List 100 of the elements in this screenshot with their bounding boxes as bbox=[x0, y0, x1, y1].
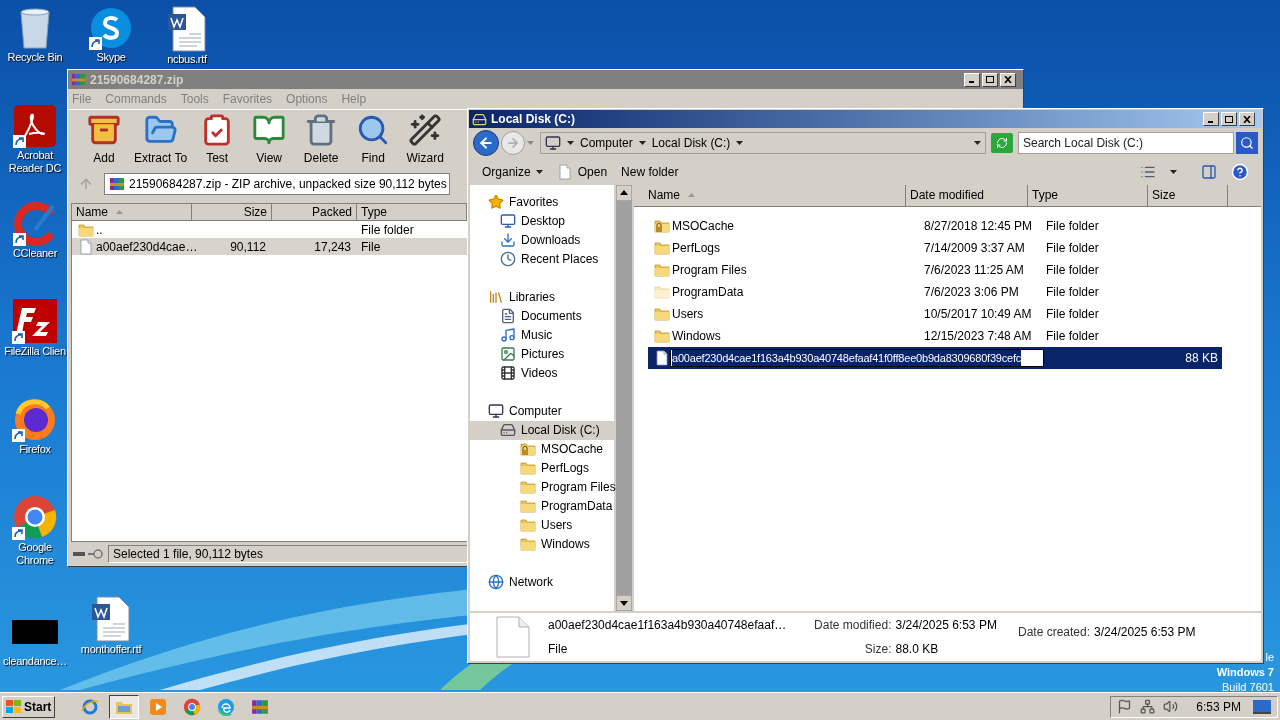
os-watermark-text: Build 7601 bbox=[1222, 680, 1274, 695]
nav-item[interactable]: Documents bbox=[470, 306, 614, 326]
file-row[interactable]: Program Files 7/6/2023 11:25 AM File folder bbox=[648, 258, 1222, 281]
ccleaner-icon bbox=[13, 202, 57, 246]
network-icon bbox=[488, 574, 504, 591]
file-name: a00aef230d4cae… bbox=[96, 238, 198, 256]
file-row[interactable]: Users 10/5/2017 10:49 AM File folder bbox=[648, 302, 1222, 325]
nav-item[interactable]: Desktop bbox=[470, 211, 614, 231]
desktop-icon-label[interactable]: CCleaner bbox=[12, 247, 58, 260]
column-header[interactable]: Type bbox=[357, 204, 467, 221]
chrome-icon bbox=[183, 697, 202, 716]
skype-icon bbox=[89, 6, 133, 50]
breadcrumb-item[interactable]: Computer bbox=[580, 134, 633, 153]
file-row[interactable]: a00aef230d4cae1f163a4b930a40748efaaf41f0ff8ee0b9da8309680f39cefc 88 KB bbox=[648, 346, 1222, 369]
back-button[interactable] bbox=[473, 130, 499, 157]
flag-icon[interactable] bbox=[1117, 699, 1133, 714]
file-name: Windows bbox=[671, 327, 722, 345]
nav-item[interactable]: MSOCache bbox=[470, 439, 614, 459]
toolbar-button[interactable]: Delete bbox=[299, 113, 344, 169]
show-desktop-icon[interactable] bbox=[1253, 699, 1271, 714]
close-button[interactable] bbox=[1000, 72, 1016, 87]
filezilla-icon bbox=[12, 298, 58, 344]
toolbar-button[interactable]: Test bbox=[195, 113, 240, 169]
date-modified: 10/5/2017 10:49 AM bbox=[923, 305, 1033, 323]
network-icon[interactable] bbox=[1140, 699, 1156, 714]
nav-item[interactable]: Favorites bbox=[470, 192, 614, 212]
command-button[interactable]: New folder bbox=[621, 162, 679, 181]
file-row[interactable]: MSOCache 8/27/2018 12:45 PM File folder bbox=[648, 214, 1222, 237]
maximize-button[interactable] bbox=[1221, 112, 1237, 126]
toolbar-button[interactable]: Add bbox=[82, 113, 126, 169]
nav-item[interactable]: Downloads bbox=[470, 230, 614, 250]
toolbar-button[interactable]: Wizard bbox=[403, 113, 448, 169]
desktop-icon-label[interactable]: Recycle Bin bbox=[7, 51, 63, 64]
desktop-icon-label[interactable]: Firefox bbox=[19, 443, 51, 456]
column-header[interactable]: Size bbox=[1148, 184, 1228, 207]
clock[interactable]: 6:53 PM bbox=[1196, 697, 1241, 716]
minimize-button[interactable] bbox=[964, 72, 980, 87]
packed-size: 17,243 bbox=[314, 239, 351, 254]
desktop-icon-label[interactable]: Google Chrome bbox=[2, 541, 68, 567]
nav-item[interactable]: Computer bbox=[470, 401, 614, 421]
nav-item[interactable]: Videos bbox=[470, 363, 614, 383]
locked-folder-icon bbox=[520, 441, 536, 458]
file-row[interactable]: PerfLogs 7/14/2009 3:37 AM File folder bbox=[648, 236, 1222, 259]
help-icon[interactable] bbox=[1231, 162, 1249, 181]
column-header[interactable]: Type bbox=[1028, 184, 1148, 207]
scroll-down-icon[interactable] bbox=[616, 594, 632, 611]
column-header[interactable]: Size bbox=[192, 204, 272, 221]
sort-arrow-icon bbox=[688, 193, 695, 198]
caret-icon bbox=[567, 141, 574, 146]
chrome-icon bbox=[12, 494, 58, 540]
file-row[interactable]: ProgramData 7/6/2023 3:06 PM File folder bbox=[648, 280, 1222, 303]
maximize-button[interactable] bbox=[982, 72, 998, 87]
back-arrow-icon bbox=[478, 135, 494, 152]
command-button[interactable]: Organize bbox=[482, 162, 543, 181]
desktop-icon-label[interactable]: ncbus.rtf bbox=[167, 53, 207, 66]
scrollbar[interactable] bbox=[616, 184, 632, 611]
refresh-button[interactable] bbox=[991, 133, 1013, 154]
desktop-icon-label[interactable]: Skype bbox=[96, 51, 126, 64]
file-name: Program Files bbox=[671, 261, 748, 279]
search-field[interactable]: Search Local Disk (C:) bbox=[1018, 132, 1234, 155]
column-header[interactable]: Date modified bbox=[906, 184, 1028, 207]
file-type: File folder bbox=[1045, 261, 1100, 279]
nav-item[interactable]: Libraries bbox=[470, 287, 614, 307]
column-header[interactable]: Packed bbox=[272, 204, 357, 221]
taskbar-button[interactable] bbox=[109, 694, 140, 719]
file-name: PerfLogs bbox=[671, 239, 722, 257]
nav-item[interactable]: Local Disk (C:) bbox=[470, 420, 614, 440]
nav-item[interactable]: Pictures bbox=[470, 344, 614, 364]
nav-item[interactable]: ProgramData bbox=[470, 496, 614, 516]
toolbar-button[interactable]: View bbox=[247, 113, 292, 169]
search-button[interactable] bbox=[1236, 132, 1258, 155]
nav-item[interactable]: Users bbox=[470, 515, 614, 535]
column-header[interactable]: Name bbox=[634, 184, 906, 207]
file-row[interactable]: .. File folder bbox=[72, 221, 467, 238]
file-row[interactable]: Windows 12/15/2023 7:48 AM File folder bbox=[648, 324, 1222, 347]
preview-pane-icon[interactable] bbox=[1201, 163, 1217, 180]
scroll-up-icon[interactable] bbox=[616, 184, 632, 201]
column-header[interactable]: Name bbox=[72, 204, 192, 221]
archive-icon bbox=[87, 113, 121, 147]
toolbar-button[interactable]: Extract To bbox=[134, 113, 188, 169]
desktop-icon-label[interactable]: FileZilla Clien bbox=[4, 345, 66, 358]
rename-field[interactable]: a00aef230d4cae1f163a4b930a40748efaaf41f0ff8ee0b9da8309680f39cefc bbox=[670, 348, 1045, 367]
nav-item[interactable]: Recent Places bbox=[470, 249, 614, 269]
close-button[interactable] bbox=[1239, 112, 1255, 126]
folder-icon bbox=[654, 261, 670, 278]
command-button[interactable]: Open bbox=[556, 162, 608, 181]
nav-item[interactable]: PerfLogs bbox=[470, 458, 614, 478]
toolbar-button[interactable]: Find bbox=[351, 113, 396, 169]
start-button[interactable]: Start bbox=[2, 695, 56, 718]
os-watermark-text: le bbox=[1265, 650, 1274, 665]
file-row[interactable]: a00aef230d4cae… 90,112 17,243 File bbox=[72, 238, 467, 255]
speaker-icon[interactable] bbox=[1163, 699, 1179, 714]
nav-item[interactable]: Music bbox=[470, 325, 614, 345]
breadcrumb-item[interactable]: Local Disk (C:) bbox=[651, 134, 731, 153]
computer-icon bbox=[488, 403, 504, 420]
desktop-icon-label[interactable]: Acrobat Reader DC bbox=[2, 149, 68, 175]
shortcut-arrow-icon bbox=[13, 135, 26, 148]
minimize-button[interactable] bbox=[1203, 112, 1219, 126]
nav-item[interactable]: Program Files bbox=[470, 477, 614, 497]
nav-item[interactable]: Network bbox=[470, 572, 614, 592]
